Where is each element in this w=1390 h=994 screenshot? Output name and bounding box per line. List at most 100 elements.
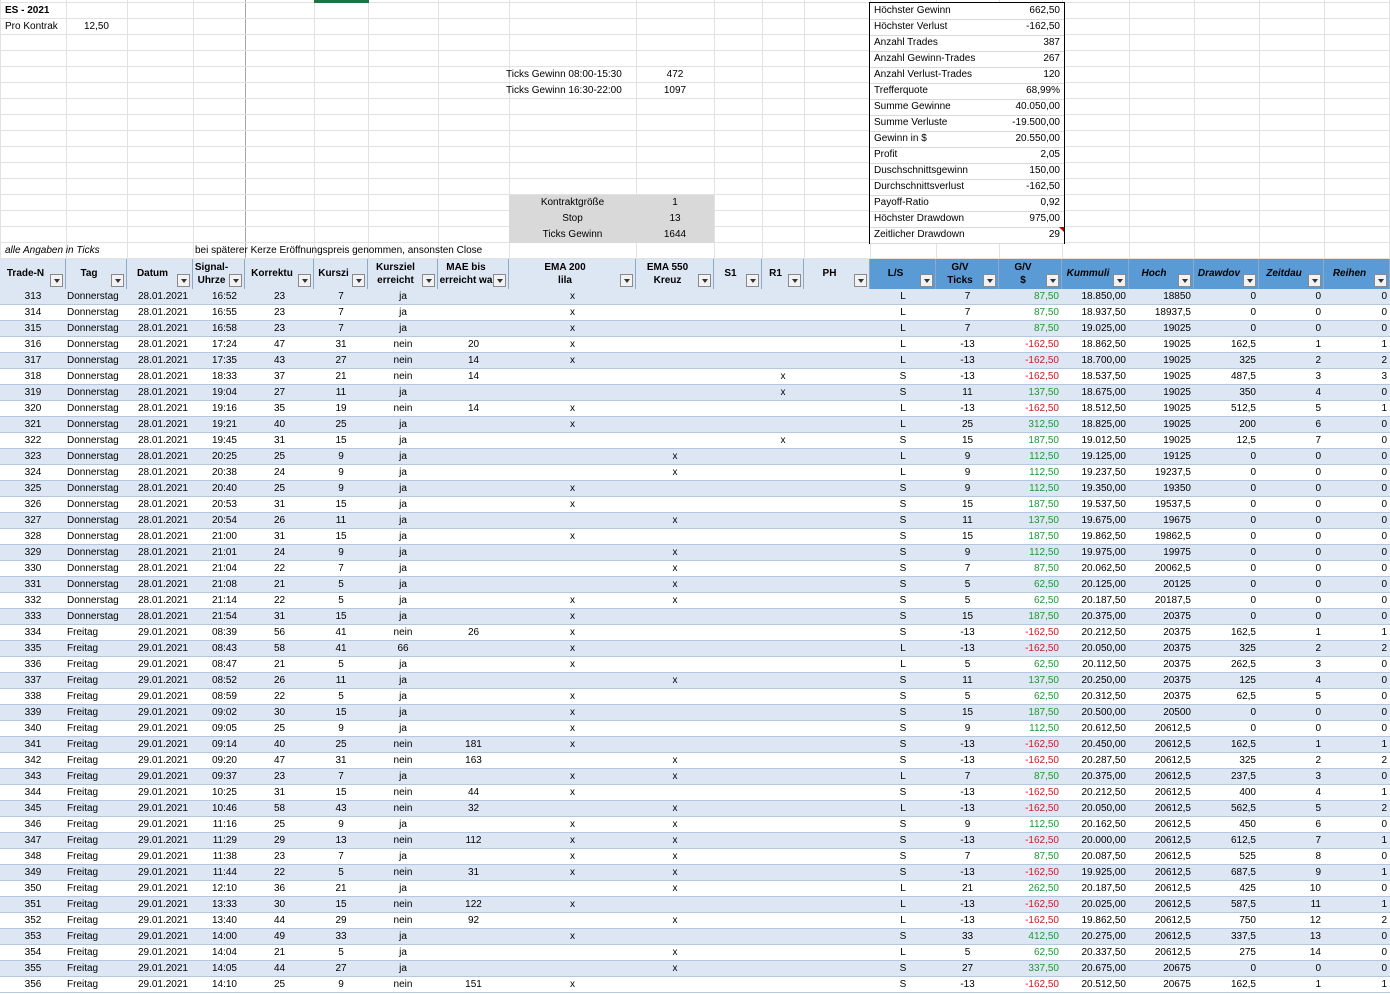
table-cell[interactable]: 29.01.2021: [127, 641, 193, 656]
table-cell[interactable]: -162,50: [999, 913, 1062, 928]
table-cell[interactable]: 9: [936, 721, 999, 736]
table-cell[interactable]: 0: [1194, 481, 1259, 496]
table-cell[interactable]: [509, 465, 636, 480]
table-cell[interactable]: [636, 641, 714, 656]
table-cell[interactable]: 11:16: [193, 817, 245, 832]
table-cell[interactable]: 28.01.2021: [127, 369, 193, 384]
table-cell[interactable]: [714, 321, 762, 336]
table-cell[interactable]: 330: [0, 561, 66, 576]
table-cell[interactable]: 0: [1259, 961, 1324, 976]
table-cell[interactable]: x: [509, 897, 636, 912]
table-cell[interactable]: [714, 977, 762, 992]
stats-label[interactable]: Summe Verluste: [874, 115, 947, 131]
table-cell[interactable]: 20:53: [193, 497, 245, 512]
table-cell[interactable]: x: [636, 769, 714, 784]
table-cell[interactable]: [762, 625, 804, 640]
filter-dropdown-icon[interactable]: [177, 274, 190, 287]
column-header[interactable]: G/V Ticks: [936, 259, 999, 289]
table-cell[interactable]: 20375: [1129, 625, 1194, 640]
table-cell[interactable]: 26: [438, 625, 509, 640]
table-cell[interactable]: [509, 753, 636, 768]
table-cell[interactable]: 20500: [1129, 705, 1194, 720]
table-cell[interactable]: 237,5: [1194, 769, 1259, 784]
table-cell[interactable]: [804, 897, 870, 912]
table-cell[interactable]: 62,5: [1194, 689, 1259, 704]
table-cell[interactable]: 262,50: [999, 881, 1062, 896]
table-cell[interactable]: x: [509, 289, 636, 304]
column-header[interactable]: EMA 200 lila: [509, 259, 636, 289]
column-header[interactable]: Korrektu: [245, 259, 314, 289]
table-cell[interactable]: 125: [1194, 673, 1259, 688]
table-cell[interactable]: 0: [1324, 561, 1390, 576]
table-cell[interactable]: -162,50: [999, 785, 1062, 800]
table-cell[interactable]: -162,50: [999, 369, 1062, 384]
table-cell[interactable]: 20.087,50: [1062, 849, 1129, 864]
table-cell[interactable]: nein: [368, 625, 438, 640]
table-cell[interactable]: 20612,5: [1129, 945, 1194, 960]
table-cell[interactable]: x: [509, 641, 636, 656]
table-cell[interactable]: 33: [314, 929, 368, 944]
table-cell[interactable]: 31: [245, 529, 314, 544]
table-cell[interactable]: 587,5: [1194, 897, 1259, 912]
table-cell[interactable]: Freitag: [66, 673, 127, 688]
table-cell[interactable]: 20612,5: [1129, 785, 1194, 800]
table-cell[interactable]: [804, 737, 870, 752]
table-cell[interactable]: 9: [936, 481, 999, 496]
table-cell[interactable]: 20375: [1129, 609, 1194, 624]
table-cell[interactable]: 28.01.2021: [127, 449, 193, 464]
table-cell[interactable]: [636, 529, 714, 544]
table-cell[interactable]: [804, 433, 870, 448]
table-cell[interactable]: 87,50: [999, 849, 1062, 864]
table-cell[interactable]: [438, 945, 509, 960]
table-cell[interactable]: 1: [1259, 737, 1324, 752]
column-header[interactable]: L/S: [870, 259, 936, 289]
table-cell[interactable]: [762, 657, 804, 672]
table-cell[interactable]: S: [870, 593, 936, 608]
table-cell[interactable]: [804, 481, 870, 496]
table-cell[interactable]: Freitag: [66, 689, 127, 704]
table-cell[interactable]: 31: [245, 497, 314, 512]
table-cell[interactable]: [714, 369, 762, 384]
table-cell[interactable]: 1: [1324, 897, 1390, 912]
table-cell[interactable]: 20612,5: [1129, 737, 1194, 752]
table-cell[interactable]: 29.01.2021: [127, 625, 193, 640]
table-cell[interactable]: 750: [1194, 913, 1259, 928]
table-cell[interactable]: 325: [1194, 753, 1259, 768]
table-cell[interactable]: [636, 625, 714, 640]
table-cell[interactable]: 20.337,50: [1062, 945, 1129, 960]
table-cell[interactable]: [804, 305, 870, 320]
table-cell[interactable]: 22: [245, 865, 314, 880]
stats-value[interactable]: 40.050,00: [1016, 99, 1061, 115]
table-cell[interactable]: [762, 609, 804, 624]
table-cell[interactable]: 92: [438, 913, 509, 928]
table-cell[interactable]: 16:58: [193, 321, 245, 336]
table-cell[interactable]: 0: [1194, 321, 1259, 336]
table-cell[interactable]: x: [636, 913, 714, 928]
table-cell[interactable]: 20.375,00: [1062, 609, 1129, 624]
table-cell[interactable]: [762, 673, 804, 688]
table-cell[interactable]: 0: [1259, 289, 1324, 304]
column-header[interactable]: Reihen: [1324, 259, 1390, 289]
table-cell[interactable]: 20.375,00: [1062, 769, 1129, 784]
table-cell[interactable]: 356: [0, 977, 66, 992]
table-cell[interactable]: [714, 465, 762, 480]
table-cell[interactable]: 20.050,00: [1062, 641, 1129, 656]
table-cell[interactable]: [714, 849, 762, 864]
table-cell[interactable]: x: [509, 497, 636, 512]
table-cell[interactable]: 28.01.2021: [127, 577, 193, 592]
table-cell[interactable]: 1: [1324, 337, 1390, 352]
table-cell[interactable]: 14: [438, 353, 509, 368]
table-cell[interactable]: 14:10: [193, 977, 245, 992]
table-cell[interactable]: 25: [936, 417, 999, 432]
table-cell[interactable]: 349: [0, 865, 66, 880]
table-cell[interactable]: [509, 545, 636, 560]
table-cell[interactable]: 355: [0, 961, 66, 976]
table-cell[interactable]: 3: [1259, 657, 1324, 672]
stats-label[interactable]: Anzahl Gewinn-Trades: [874, 51, 975, 67]
table-cell[interactable]: [714, 833, 762, 848]
table-cell[interactable]: [804, 641, 870, 656]
table-cell[interactable]: 28.01.2021: [127, 465, 193, 480]
table-cell[interactable]: 4: [1259, 785, 1324, 800]
table-cell[interactable]: 09:20: [193, 753, 245, 768]
table-cell[interactable]: Donnerstag: [66, 545, 127, 560]
